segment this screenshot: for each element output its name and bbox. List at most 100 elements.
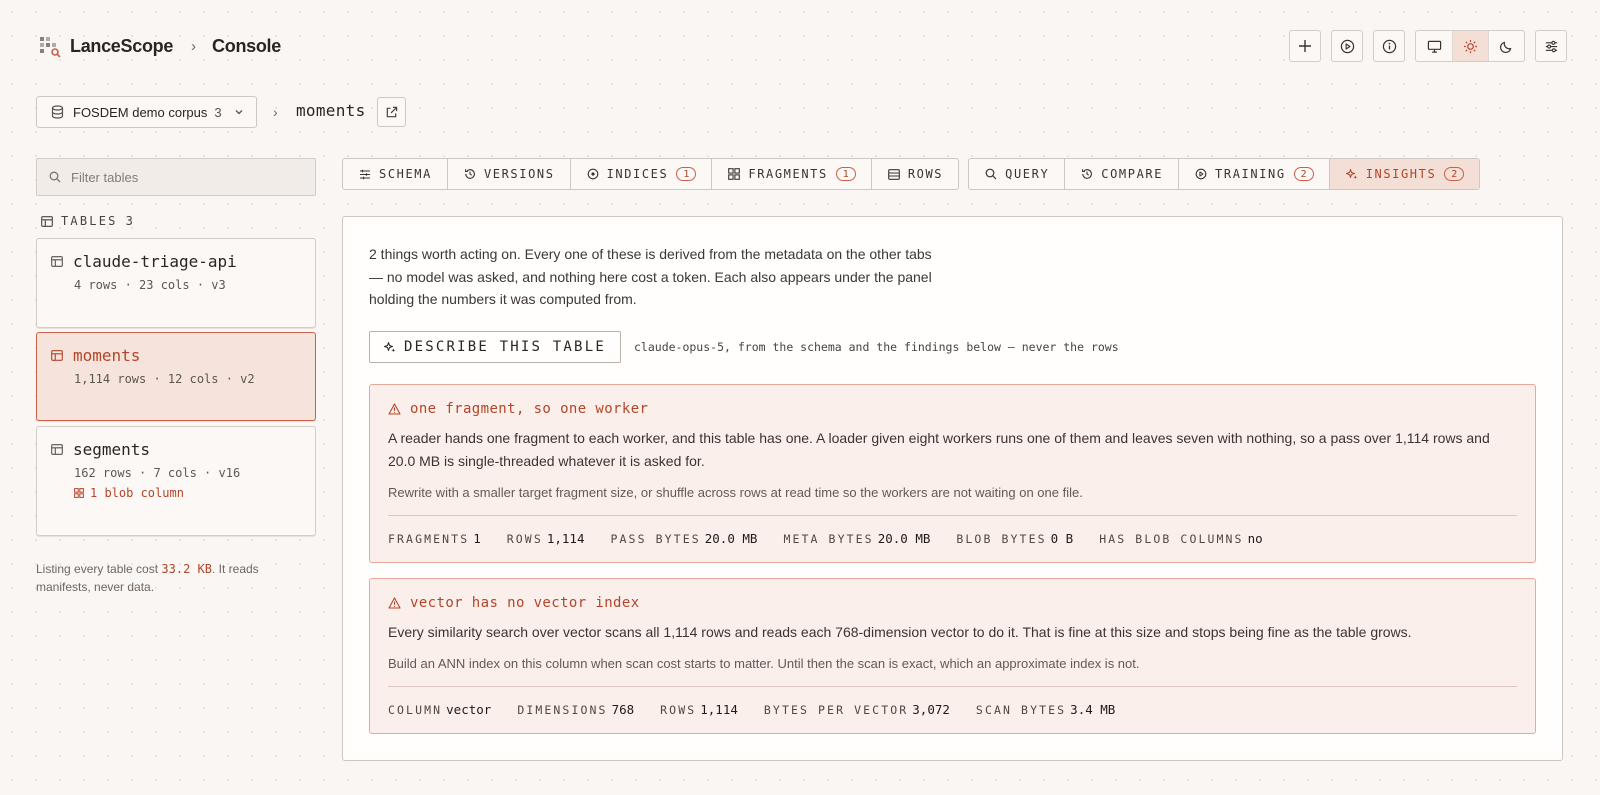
tab-query[interactable]: QUERY [969, 159, 1064, 189]
table-meta: 162 rows · 7 cols · v16 [74, 466, 241, 480]
metric-value: 768 [611, 701, 635, 717]
grid-icon [74, 488, 84, 498]
metric: META BYTES 20.0 MB [783, 531, 930, 546]
filter-tables-input[interactable] [71, 169, 291, 185]
plus-icon [1299, 40, 1311, 52]
tab-versions[interactable]: VERSIONS [446, 159, 570, 189]
search-icon [985, 168, 997, 180]
sparkle-icon [384, 342, 396, 353]
tab-label: COMPARE [1101, 167, 1164, 181]
project-name: FOSDEM demo corpus [73, 104, 208, 120]
theme-light-button[interactable] [1452, 31, 1488, 61]
finding-card: one fragment, so one worker A reader han… [369, 384, 1536, 563]
chevron-down-icon [235, 110, 243, 115]
finding-title: one fragment, so one worker [388, 401, 1517, 417]
metric-label: HAS BLOB COLUMNS [1099, 531, 1244, 546]
project-selector[interactable]: FOSDEM demo corpus 3 [36, 96, 257, 128]
finding-body: Every similarity search over vector scan… [388, 624, 1412, 640]
metric-label: META BYTES [783, 531, 874, 546]
metric-value: 1,114 [700, 701, 738, 717]
tab-insights[interactable]: INSIGHTS 2 [1328, 159, 1480, 189]
theme-switcher [1415, 30, 1525, 62]
listing-cost-note: Listing every table cost 33.2 KB. It rea… [36, 560, 286, 596]
brand-name[interactable]: LanceScope [70, 36, 173, 57]
analyze-tab-group: QUERY COMPARE TRAINING 2 INSIGHTS 2 [968, 158, 1481, 190]
list-icon [360, 169, 370, 179]
note-prefix: Listing every table cost [36, 562, 162, 576]
theme-system-button[interactable] [1416, 31, 1452, 61]
metric-value: 0 B [1050, 530, 1074, 546]
describe-model-note: claude-opus-5, from the schema and the f… [634, 340, 1119, 354]
page-title: Console [212, 35, 281, 56]
info-icon [1382, 39, 1396, 53]
insights-panel: 2 things worth acting on. Every one of t… [342, 216, 1563, 761]
search-icon [49, 171, 61, 183]
metric: PASS BYTES 20.0 MB [611, 531, 758, 546]
tables-count: 3 [125, 214, 135, 228]
tab-indices[interactable]: INDICES 1 [569, 159, 712, 189]
table-icon [51, 256, 63, 267]
metric: ROWS 1,114 [507, 531, 585, 546]
metric-label: SCAN BYTES [975, 702, 1067, 717]
metric-value: vector [446, 701, 492, 717]
metric-label: COLUMN [388, 702, 443, 717]
metric: SCAN BYTES 3.4 MB [976, 702, 1115, 717]
tab-label: ROWS [907, 167, 944, 181]
finding-title-text: one fragment, so one worker [410, 401, 649, 417]
grid-icon [728, 168, 741, 180]
table-card-moments[interactable]: moments 1,114 rows · 12 cols · v2 [36, 332, 316, 421]
metric-label: ROWS [506, 531, 543, 546]
describe-table-button[interactable]: DESCRIBE THIS TABLE [369, 331, 621, 363]
finding-metrics: FRAGMENTS 1 ROWS 1,114 PASS BYTES 20.0 MB M… [388, 516, 1517, 560]
settings-button[interactable] [1535, 30, 1567, 62]
metric-label: PASS BYTES [610, 531, 701, 546]
history-icon [1082, 169, 1093, 179]
info-button[interactable] [1373, 30, 1405, 62]
rows-icon [887, 168, 900, 180]
current-table-title: moments [296, 101, 366, 120]
metric: HAS BLOB COLUMNS no [1099, 531, 1262, 546]
finding-title: vector has no vector index [388, 595, 1517, 611]
inspect-tab-group: SCHEMA VERSIONS INDICES 1 FRAGMENTS 1 RO… [342, 158, 960, 190]
tab-schema[interactable]: SCHEMA [343, 159, 447, 189]
filter-tables-field[interactable] [36, 158, 316, 196]
sliders-icon [1545, 40, 1557, 52]
table-name: segments [73, 440, 151, 459]
insights-intro: 2 things worth acting on. Every one of t… [369, 246, 932, 307]
history-icon [465, 169, 475, 179]
play-circle-icon [1340, 39, 1354, 53]
table-meta: 1,114 rows · 12 cols · v2 [74, 372, 255, 386]
open-external-button[interactable] [377, 97, 406, 127]
table-card-claude-triage-api[interactable]: claude-triage-api 4 rows · 23 cols · v3 [36, 238, 316, 328]
blob-column-text: 1 blob column [90, 486, 184, 500]
describe-button-label: DESCRIBE THIS TABLE [404, 339, 606, 355]
finding-advice: Build an ANN index on this column when s… [388, 656, 1140, 671]
table-name: moments [73, 346, 141, 365]
tab-label: INSIGHTS [1365, 167, 1437, 181]
tables-label-text: TABLES [61, 214, 118, 228]
database-icon [51, 105, 64, 119]
add-button[interactable] [1289, 30, 1321, 62]
tab-compare[interactable]: COMPARE [1064, 159, 1178, 189]
metric-label: BYTES PER VECTOR [763, 702, 909, 717]
metric-value: 3.4 MB [1070, 701, 1116, 717]
external-link-icon [386, 106, 398, 117]
tab-badge: 2 [1293, 167, 1314, 181]
run-button[interactable] [1331, 30, 1363, 62]
table-card-segments[interactable]: segments 162 rows · 7 cols · v16 1 blob … [36, 426, 316, 536]
table-name: claude-triage-api [73, 252, 237, 271]
tab-training[interactable]: TRAINING 2 [1178, 159, 1329, 189]
tab-rows[interactable]: ROWS [870, 159, 958, 189]
metric: DIMENSIONS 768 [517, 702, 634, 717]
note-cost-value: 33.2 KB [161, 562, 212, 576]
metric-value: 20.0 MB [704, 530, 758, 546]
project-breadcrumb-separator: › [273, 104, 278, 120]
theme-dark-button[interactable] [1488, 31, 1524, 61]
tab-label: INDICES [606, 167, 669, 181]
logo-icon [40, 37, 61, 58]
blob-column-badge: 1 blob column [74, 486, 315, 500]
tab-label: VERSIONS [483, 167, 555, 181]
tables-section-label: TABLES 3 [41, 214, 135, 228]
tab-fragments[interactable]: FRAGMENTS 1 [711, 159, 870, 189]
metric-label: BLOB BYTES [956, 531, 1047, 546]
